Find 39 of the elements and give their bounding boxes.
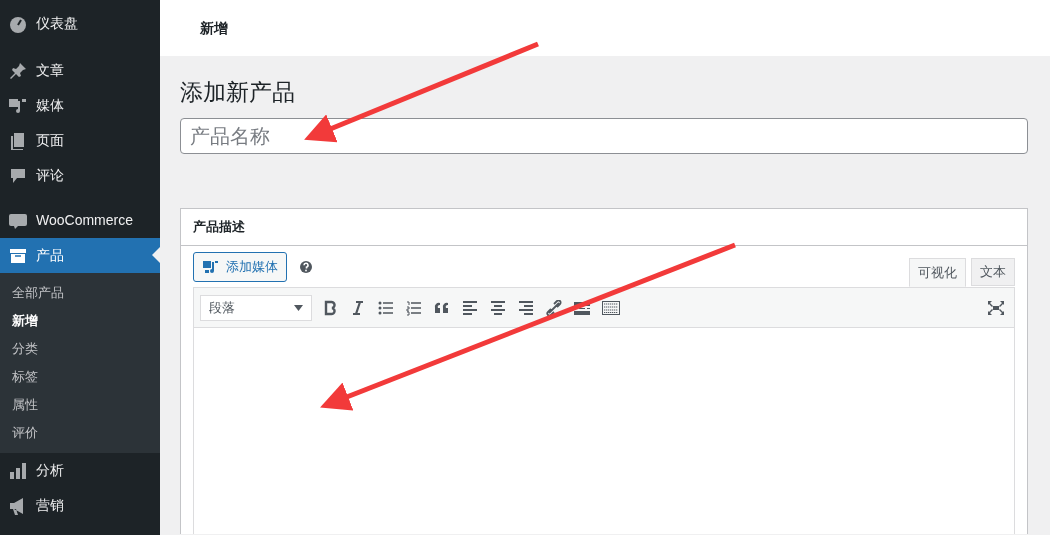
editor-tab[interactable]: 文本 (971, 258, 1015, 286)
bullet-list-icon[interactable] (378, 299, 394, 316)
submenu-item[interactable]: 属性 (0, 391, 160, 419)
bold-icon[interactable] (322, 299, 338, 316)
menu-item[interactable]: 媒体 (0, 88, 160, 123)
format-select[interactable]: 段落 (200, 294, 312, 321)
menu-item[interactable]: 文章 (0, 53, 160, 88)
submenu-item[interactable]: 新增 (0, 307, 160, 335)
numbered-list-icon[interactable] (406, 299, 422, 316)
menu-item[interactable]: 产品 (0, 238, 160, 273)
menu-item[interactable]: 营销 (0, 488, 160, 523)
product-name-field[interactable]: 产品名称 (180, 118, 1028, 154)
align-left-icon[interactable] (462, 299, 478, 316)
keyboard-icon[interactable] (602, 299, 620, 316)
submenu-item[interactable]: 分类 (0, 335, 160, 363)
caret-icon (294, 304, 303, 311)
menu-item[interactable]: 页面 (0, 123, 160, 158)
italic-icon[interactable] (350, 299, 366, 316)
link-icon[interactable] (546, 299, 562, 316)
bar-chart-icon (8, 460, 28, 481)
read-more-icon[interactable] (574, 299, 590, 316)
submenu-item[interactable]: 全部产品 (0, 279, 160, 307)
menu-item[interactable]: 评论 (0, 158, 160, 193)
align-center-icon[interactable] (490, 299, 506, 316)
submenu-item[interactable]: 标签 (0, 363, 160, 391)
page-title: 添加新产品 (180, 78, 296, 107)
media-icon (202, 259, 220, 275)
panel-title: 产品描述 (193, 218, 245, 237)
submenu-item[interactable]: 评价 (0, 419, 160, 447)
align-right-icon[interactable] (518, 299, 534, 316)
menu-item[interactable]: WooCommerce (0, 203, 160, 238)
help-icon (299, 260, 313, 274)
pin-icon (8, 60, 28, 81)
header-title: 新增 (200, 18, 228, 38)
menu-item[interactable]: 分析 (0, 453, 160, 488)
fullscreen-icon[interactable] (988, 300, 1004, 315)
menu-item[interactable]: 仪表盘 (0, 6, 160, 41)
editor-tab[interactable]: 可视化 (909, 258, 966, 287)
add-media-button[interactable]: 添加媒体 (193, 252, 287, 282)
